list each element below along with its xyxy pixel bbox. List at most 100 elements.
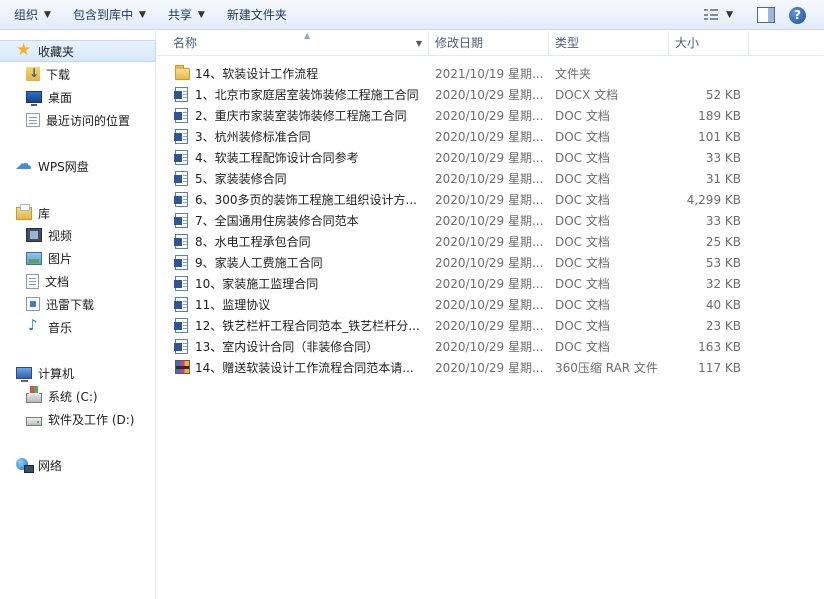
nav-desktop-label: 桌面 [48, 90, 73, 105]
share-button[interactable]: 共享 ▼ [160, 3, 213, 27]
file-row[interactable]: 3、杭州装修标准合同 2020/10/29 星期... DOC 文档 101 KB [157, 127, 824, 148]
column-header-name[interactable]: ▲ 名称 ▼ [167, 31, 429, 56]
file-name: 8、水电工程承包合同 [195, 235, 311, 249]
file-row[interactable]: 7、全国通用住房装修合同范本 2020/10/29 星期... DOC 文档 33 K… [157, 211, 824, 232]
file-row[interactable]: 2、重庆市家装室装饰装修工程施工合同 2020/10/29 星期... DOC 文档… [157, 106, 824, 127]
nav-recent-places[interactable]: 最近访问的位置 [0, 109, 156, 131]
word-document-icon [174, 108, 188, 123]
file-date: 2020/10/29 星期... [435, 151, 544, 165]
nav-network[interactable]: 网络 [0, 454, 156, 476]
file-row[interactable]: 13、室内设计合同（非装修合同） 2020/10/29 星期... DOC 文档 16… [157, 337, 824, 358]
nav-documents[interactable]: 文档 [0, 270, 156, 292]
file-date: 2020/10/29 星期... [435, 130, 544, 144]
file-row[interactable]: 9、家装人工费施工合同 2020/10/29 星期... DOC 文档 53 KB [157, 253, 824, 274]
library-icon [16, 203, 32, 220]
column-header-type-label: 类型 [555, 36, 580, 50]
file-name: 11、监理协议 [195, 298, 271, 312]
xunlei-download-icon [26, 297, 40, 311]
file-row[interactable]: 11、监理协议 2020/10/29 星期... DOC 文档 40 KB [157, 295, 824, 316]
change-view-button[interactable]: ▼ [698, 4, 739, 26]
column-header-size[interactable]: 大小 [669, 31, 749, 56]
nav-favorites[interactable]: 收藏夹 [0, 40, 156, 62]
file-date: 2020/10/29 星期... [435, 256, 544, 270]
file-name: 14、软装设计工作流程 [195, 67, 319, 81]
file-row[interactable]: 5、家装装修合同 2020/10/29 星期... DOC 文档 31 KB [157, 169, 824, 190]
sort-ascending-icon: ▲ [304, 31, 311, 40]
file-row[interactable]: 10、家装施工监理合同 2020/10/29 星期... DOC 文档 32 KB [157, 274, 824, 295]
nav-xunlei[interactable]: 迅雷下载 [0, 293, 156, 315]
view-details-icon [704, 9, 719, 21]
recent-places-icon [26, 113, 40, 127]
navigation-pane: 收藏夹 下载 桌面 最近访问的位置 WPS网盘 库 视频 图片 文档 迅雷下载 … [0, 31, 156, 599]
file-date: 2020/10/29 星期... [435, 235, 544, 249]
nav-documents-label: 文档 [45, 274, 70, 289]
file-row[interactable]: 4、软装工程配饰设计合同参考 2020/10/29 星期... DOC 文档 33 K… [157, 148, 824, 169]
file-date: 2020/10/29 星期... [435, 361, 544, 375]
file-size: 32 KB [705, 277, 741, 291]
word-document-icon [174, 318, 188, 333]
file-row[interactable]: 14、赠送软装设计工作流程合同范本请... 2020/10/29 星期... 360… [157, 358, 824, 379]
include-in-library-button[interactable]: 包含到库中 ▼ [65, 3, 154, 27]
nav-music-label: 音乐 [48, 320, 73, 335]
chevron-down-icon: ▼ [197, 9, 205, 20]
new-folder-button[interactable]: 新建文件夹 [219, 3, 295, 27]
nav-libraries-label: 库 [38, 206, 51, 221]
word-document-icon [174, 213, 188, 228]
nav-libraries[interactable]: 库 [0, 202, 156, 224]
file-type: DOC 文档 [555, 151, 610, 165]
file-type: 文件夹 [555, 67, 592, 81]
file-size: 52 KB [705, 88, 741, 102]
new-folder-label: 新建文件夹 [226, 8, 287, 22]
nav-videos-label: 视频 [48, 228, 73, 243]
nav-wps-cloud[interactable]: WPS网盘 [0, 154, 156, 177]
file-row[interactable]: 14、软装设计工作流程 2021/10/19 星期... 文件夹 [157, 64, 824, 85]
star-icon [16, 40, 32, 60]
file-date: 2020/10/29 星期... [435, 319, 544, 333]
word-document-icon [174, 192, 188, 207]
nav-drive-c-label: 系统 (C:) [48, 389, 98, 404]
nav-music[interactable]: 音乐 [0, 316, 156, 338]
file-row[interactable]: 6、300多页的装饰工程施工组织设计方... 2020/10/29 星期... DO… [157, 190, 824, 211]
folder-icon [175, 65, 190, 80]
file-type: DOC 文档 [555, 109, 610, 123]
file-date: 2020/10/29 星期... [435, 172, 544, 186]
nav-drive-d[interactable]: 软件及工作 (D:) [0, 408, 156, 430]
preview-pane-button[interactable] [757, 7, 775, 23]
column-header-type[interactable]: 类型 [549, 31, 669, 56]
file-name: 3、杭州装修标准合同 [195, 130, 311, 144]
file-row[interactable]: 12、铁艺栏杆工程合同范本_铁艺栏杆分... 2020/10/29 星期... DO… [157, 316, 824, 337]
cloud-icon [15, 154, 32, 174]
nav-videos[interactable]: 视频 [0, 224, 156, 246]
nav-downloads[interactable]: 下载 [0, 63, 156, 85]
file-date: 2021/10/19 星期... [435, 67, 544, 81]
file-type: DOC 文档 [555, 256, 610, 270]
chevron-down-icon[interactable]: ▼ [416, 31, 422, 56]
help-icon: ? [794, 8, 801, 22]
drive-icon [26, 416, 42, 426]
file-name: 13、室内设计合同（非装修合同） [195, 340, 379, 354]
word-document-icon [174, 87, 188, 102]
organize-button[interactable]: 组织 ▼ [6, 3, 59, 27]
file-size: 117 KB [698, 361, 741, 375]
word-document-icon [174, 276, 188, 291]
file-row[interactable]: 1、北京市家庭居室装饰装修工程施工合同 2020/10/29 星期... DOCX … [157, 85, 824, 106]
column-header-date[interactable]: 修改日期 [429, 31, 549, 56]
nav-pictures[interactable]: 图片 [0, 247, 156, 269]
nav-favorites-label: 收藏夹 [38, 44, 75, 59]
nav-downloads-label: 下载 [46, 67, 71, 82]
column-headers: ▲ 名称 ▼ 修改日期 类型 大小 [157, 31, 824, 56]
nav-desktop[interactable]: 桌面 [0, 86, 156, 108]
file-size: 40 KB [705, 298, 741, 312]
file-size: 189 KB [698, 109, 741, 123]
file-row[interactable]: 8、水电工程承包合同 2020/10/29 星期... DOC 文档 25 KB [157, 232, 824, 253]
help-button[interactable]: ? [789, 6, 806, 24]
nav-drive-c[interactable]: 系统 (C:) [0, 385, 156, 407]
file-name: 2、重庆市家装室装饰装修工程施工合同 [195, 109, 407, 123]
nav-computer[interactable]: 计算机 [0, 362, 156, 384]
column-header-size-label: 大小 [675, 36, 700, 50]
download-folder-icon [26, 66, 40, 81]
word-document-icon [174, 234, 188, 249]
file-size: 33 KB [705, 151, 741, 165]
computer-icon [16, 367, 32, 382]
file-name: 14、赠送软装设计工作流程合同范本请... [195, 361, 414, 375]
